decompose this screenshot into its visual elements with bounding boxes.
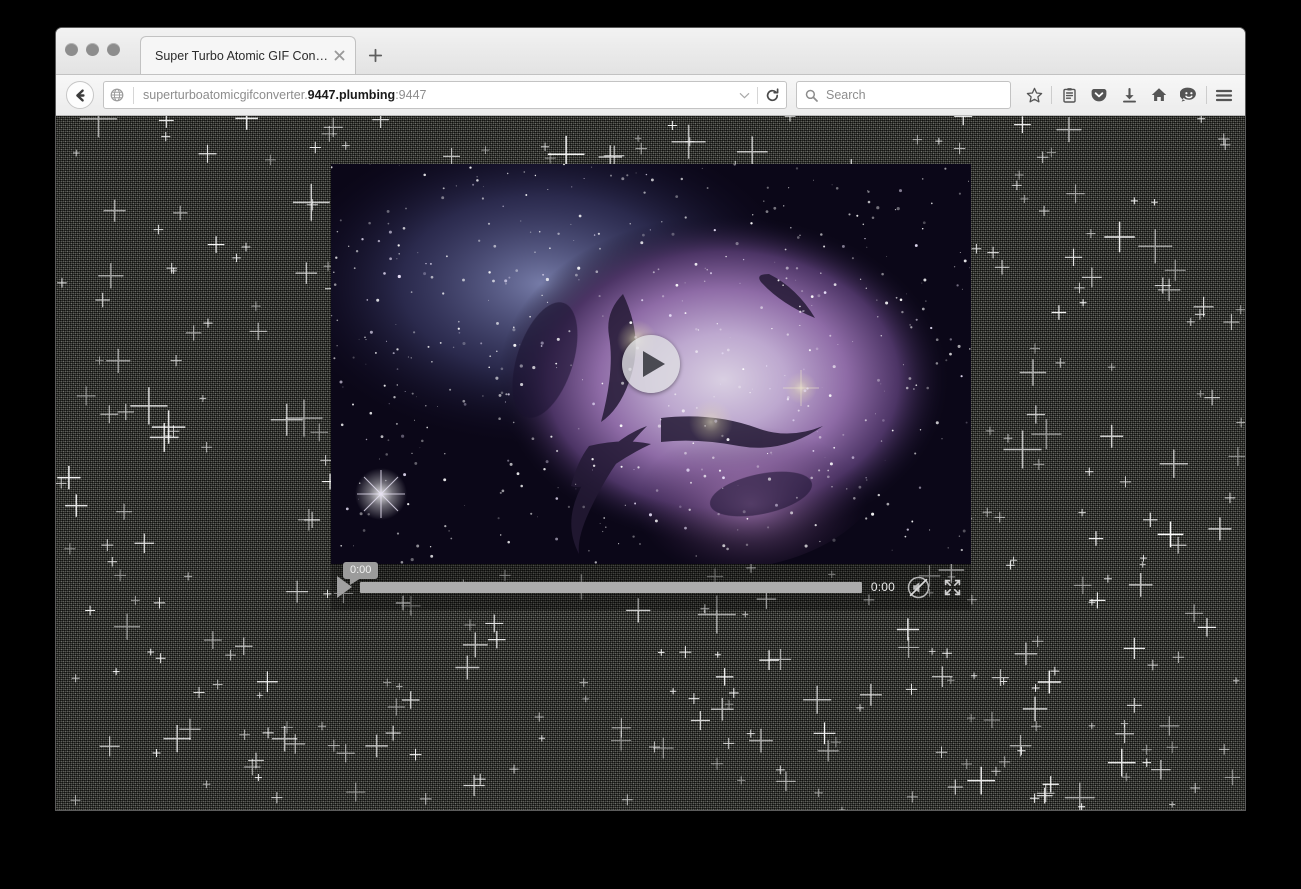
browser-window: Super Turbo Atomic GIF Conver… superturb… [56,28,1245,810]
reload-icon[interactable] [758,87,786,103]
bookmark-star-icon[interactable] [1019,80,1049,110]
sync-smiley-icon[interactable] [1174,80,1204,110]
url-bar[interactable]: superturboatomicgifconverter.9447.plumbi… [103,81,787,109]
globe-icon[interactable] [110,88,124,102]
tab-active[interactable]: Super Turbo Atomic GIF Conver… [140,36,356,74]
search-input[interactable] [824,87,1010,103]
tab-close-icon[interactable] [328,45,350,67]
search-bar[interactable] [796,81,1011,109]
pocket-icon[interactable] [1084,80,1114,110]
window-close-button[interactable] [65,43,78,56]
window-zoom-button[interactable] [107,43,120,56]
toolbar-icon-group [1019,80,1239,110]
reader-list-icon[interactable] [1054,80,1084,110]
home-icon[interactable] [1144,80,1174,110]
play-icon [643,351,665,377]
downloads-icon[interactable] [1114,80,1144,110]
tab-title: Super Turbo Atomic GIF Conver… [155,48,328,63]
play-button[interactable]: 0:00 [337,562,379,598]
big-play-button[interactable] [622,335,680,393]
chevron-down-icon[interactable] [731,92,757,99]
scrubber-track[interactable] [360,581,862,593]
video-frame[interactable] [331,164,971,564]
fullscreen-icon[interactable] [944,579,961,596]
window-minimize-button[interactable] [86,43,99,56]
tab-strip: Super Turbo Atomic GIF Conver… [56,28,1245,75]
url-divider [133,86,134,104]
url-text: superturboatomicgifconverter.9447.plumbi… [143,88,731,102]
url-host: 9447.plumbing [307,88,396,102]
navigation-toolbar: superturboatomicgifconverter.9447.plumbi… [56,75,1245,116]
url-prefix: superturboatomicgifconverter. [143,88,308,102]
url-port: :9447 [395,88,427,102]
hamburger-menu-icon[interactable] [1209,80,1239,110]
search-icon [805,89,818,102]
scrubber-time-tooltip: 0:00 [343,562,379,585]
window-traffic-lights [65,43,120,56]
toolbar-divider [1206,86,1207,104]
page-content: 0:00 0:00 [56,116,1245,810]
current-time-label: 0:00 [870,580,895,594]
video-control-bar: 0:00 0:00 [331,562,971,610]
back-button[interactable] [66,81,94,109]
new-tab-button[interactable] [362,42,388,68]
video-player[interactable]: 0:00 0:00 [331,164,971,610]
volume-muted-icon[interactable] [907,576,930,599]
toolbar-divider [1051,86,1052,104]
